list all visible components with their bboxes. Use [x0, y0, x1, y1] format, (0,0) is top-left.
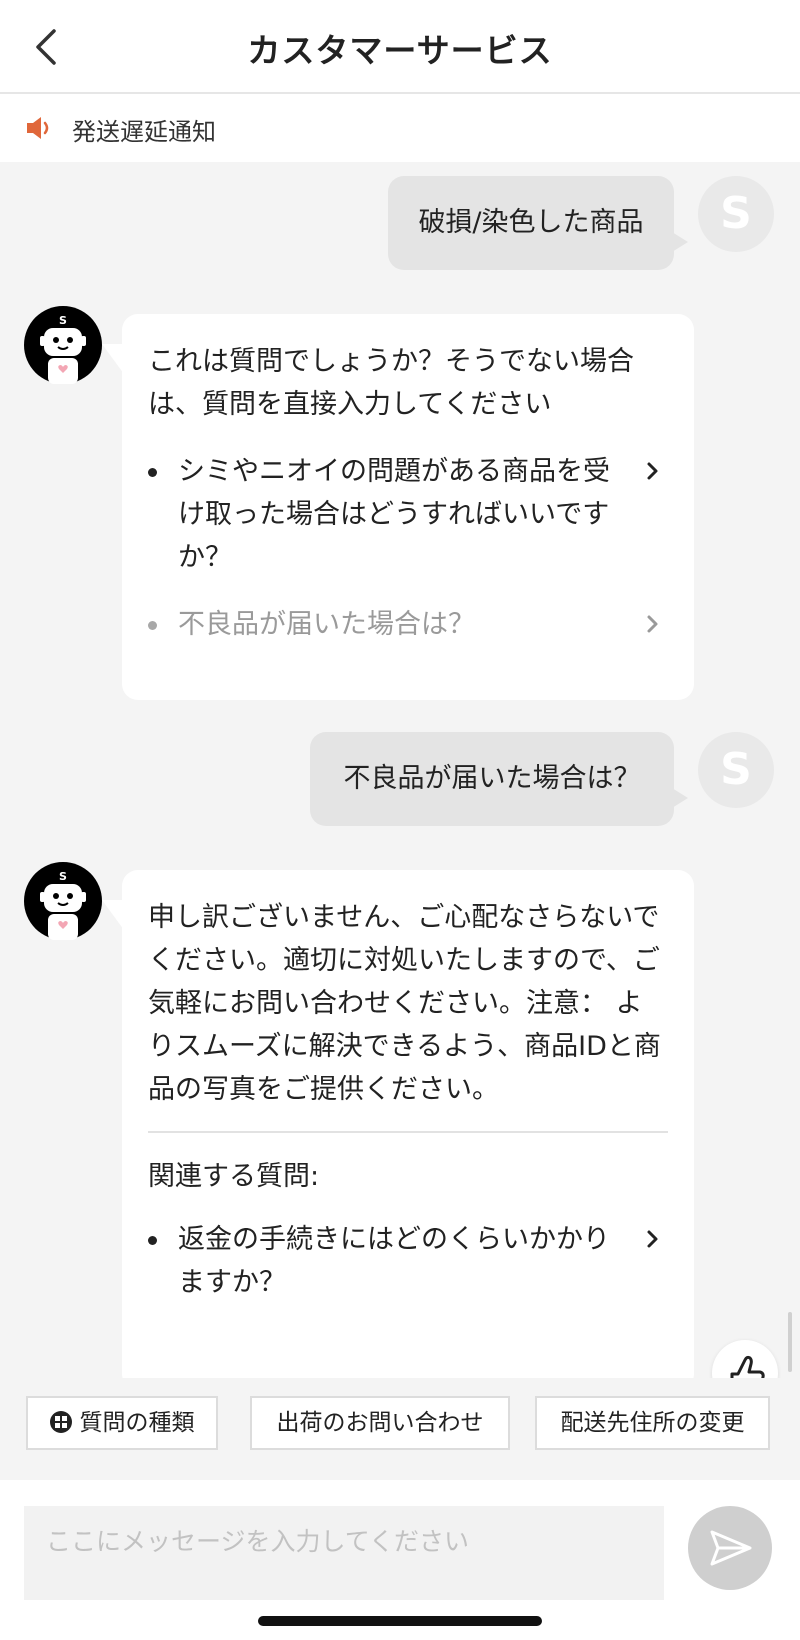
chevron-right-icon — [647, 1230, 658, 1248]
header-bar: カスタマーサービス — [0, 0, 800, 94]
bullet — [148, 621, 157, 630]
page-title: カスタマーサービス — [247, 31, 553, 70]
like-button[interactable] — [712, 1340, 778, 1378]
chip-shipping-inquiry[interactable]: 出荷のお問い合わせ — [250, 1396, 510, 1450]
related-question-text: 返金の手続きにはどのくらいかかりますか？ — [178, 1224, 610, 1298]
user-avatar: S — [698, 732, 774, 808]
bot-avatar: S — [24, 306, 102, 384]
home-indicator — [258, 1616, 542, 1626]
divider — [148, 1131, 668, 1133]
suggested-question[interactable]: 不良品が届いた場合は？ — [148, 603, 668, 646]
user-message: 破損/染色した商品 — [388, 176, 688, 270]
input-bar — [0, 1480, 800, 1640]
quick-reply-bar: 質問の種類 出荷のお問い合わせ 配送先住所の変更 — [0, 1378, 800, 1480]
related-questions-title: 関連する質問: — [148, 1161, 320, 1192]
shipping-delay-notice[interactable]: 発送遅延通知 — [0, 94, 800, 162]
suggested-question-text: シミやニオイの問題がある商品を受け取った場合はどうすればいいですか？ — [178, 456, 610, 573]
chevron-right-icon — [647, 615, 658, 633]
send-button[interactable] — [688, 1506, 772, 1590]
chip-question-types[interactable]: 質問の種類 — [26, 1396, 218, 1450]
speaker-icon — [27, 117, 49, 139]
svg-text:S: S — [59, 314, 67, 327]
svg-text:S: S — [59, 870, 67, 883]
user-message-text: 不良品が届いた場合は？ — [343, 763, 641, 794]
chat-area[interactable]: 破損/染色した商品 S S これは質問でしょうか？そうでない場合は、質問を直接入… — [0, 162, 800, 1378]
message-input[interactable] — [24, 1506, 664, 1600]
send-icon — [710, 1530, 752, 1566]
chip-label: 出荷のお問い合わせ — [276, 1410, 484, 1436]
chip-label: 配送先住所の変更 — [560, 1410, 745, 1436]
notice-text: 発送遅延通知 — [72, 118, 216, 146]
user-message: 不良品が届いた場合は？ — [310, 732, 688, 826]
grid-icon — [49, 1410, 72, 1433]
bot-message-intro: これは質問でしょうか？そうでない場合は、質問を直接入力してください — [148, 346, 634, 420]
user-avatar: S — [698, 176, 774, 252]
chevron-right-icon — [647, 462, 658, 480]
related-question[interactable]: 返金の手続きにはどのくらいかかりますか？ — [148, 1218, 668, 1304]
suggested-question-text: 不良品が届いた場合は？ — [178, 609, 475, 640]
bot-message-body: 申し訳ございません、ご心配なさらないでください。適切に対処いたしますので、ご気軽… — [148, 902, 661, 1105]
bullet — [148, 468, 157, 477]
bot-message: これは質問でしょうか？そうでない場合は、質問を直接入力してください シミやニオイ… — [102, 314, 694, 700]
user-message-text: 破損/染色した商品 — [418, 207, 644, 238]
thumbs-up-icon — [730, 1355, 765, 1378]
scrollbar[interactable] — [788, 1312, 792, 1372]
bullet — [148, 1236, 157, 1245]
bot-message: 申し訳ございません、ご心配なさらないでください。適切に対処いたしますので、ご気軽… — [102, 870, 694, 1378]
chip-change-address[interactable]: 配送先住所の変更 — [535, 1396, 770, 1450]
chip-label: 質問の種類 — [79, 1410, 195, 1436]
suggested-question[interactable]: シミやニオイの問題がある商品を受け取った場合はどうすればいいですか？ — [148, 450, 668, 579]
bot-avatar: S — [24, 862, 102, 940]
